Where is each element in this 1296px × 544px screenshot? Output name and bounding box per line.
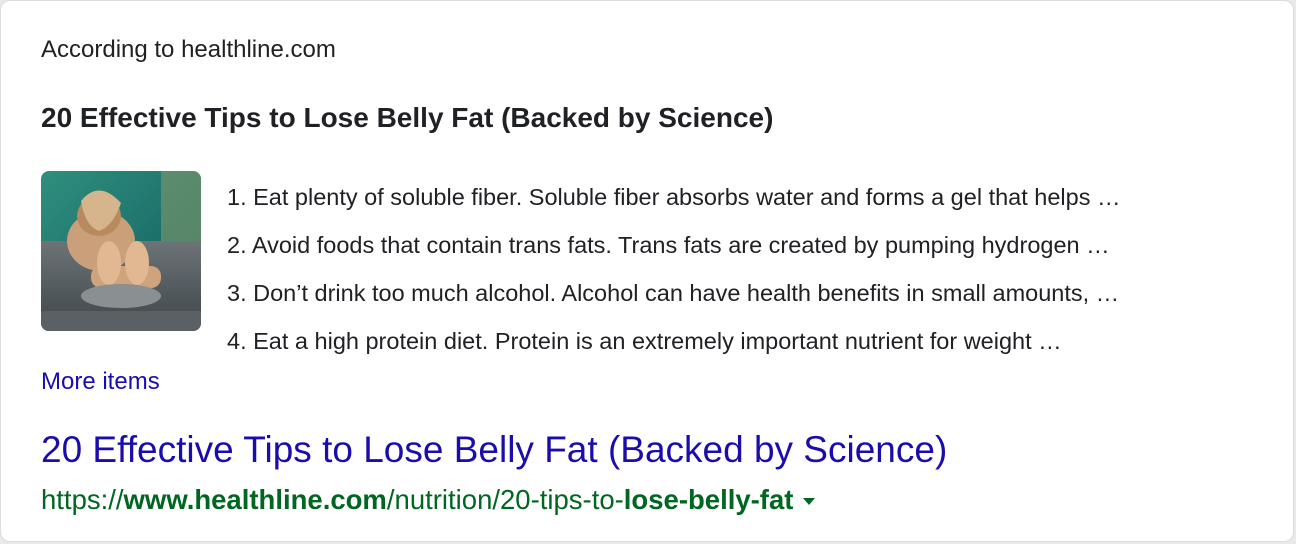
url-path-highlight: lose-belly-fat	[623, 484, 794, 515]
url-path: /nutrition/20-tips-to-	[386, 484, 624, 515]
snippet-title: 20 Effective Tips to Lose Belly Fat (Bac…	[41, 102, 774, 133]
snippet-list: 1. Eat plenty of soluble fiber. Soluble …	[227, 173, 1237, 365]
result-url[interactable]: https://www.healthline.com/nutrition/20-…	[41, 483, 816, 517]
list-item: 2. Avoid foods that contain trans fats. …	[227, 232, 1110, 258]
snippet-source-label: According to healthline.com	[41, 36, 336, 63]
more-items-link[interactable]: More items	[41, 366, 160, 398]
snippet-thumbnail-image[interactable]	[41, 171, 201, 331]
list-item: 1. Eat plenty of soluble fiber. Soluble …	[227, 184, 1121, 210]
caret-down-icon[interactable]	[803, 498, 816, 506]
list-item: 3. Don’t drink too much alcohol. Alcohol…	[227, 280, 1120, 306]
featured-snippet-card: According to healthline.com 20 Effective…	[0, 0, 1294, 542]
url-scheme: https://	[41, 484, 124, 515]
url-domain: www.healthline.com	[123, 484, 387, 515]
yoga-stretch-photo-icon	[41, 171, 201, 331]
result-title-link[interactable]: 20 Effective Tips to Lose Belly Fat (Bac…	[41, 427, 947, 473]
list-item: 4. Eat a high protein diet. Protein is a…	[227, 328, 1062, 354]
